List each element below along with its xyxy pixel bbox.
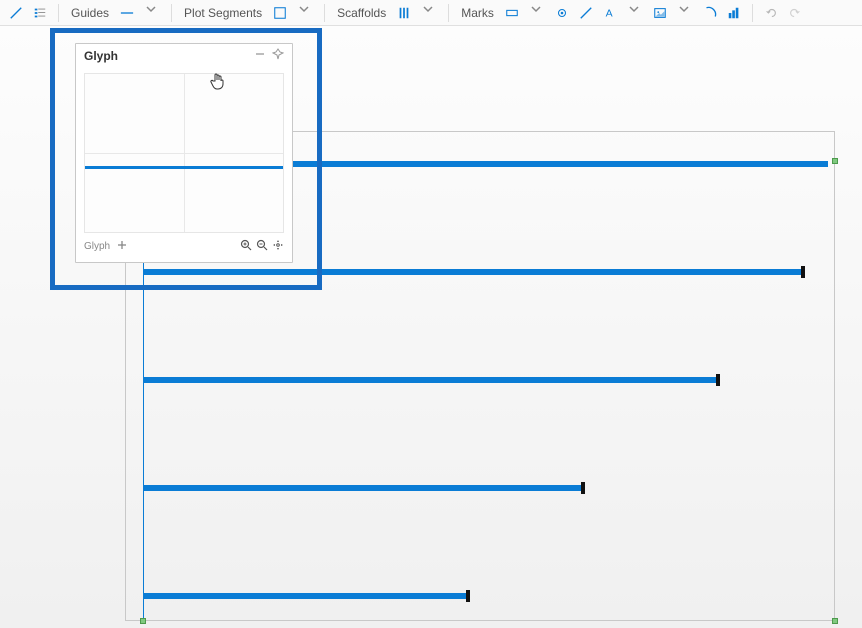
bar-cap bbox=[581, 482, 585, 494]
glyph-line-mark[interactable] bbox=[85, 166, 283, 169]
plot-segments-dropdown[interactable] bbox=[296, 3, 316, 23]
bar-cap bbox=[466, 590, 470, 602]
add-glyph-button[interactable] bbox=[116, 239, 128, 254]
image-mark-icon[interactable] bbox=[650, 3, 670, 23]
plot-handle-tr[interactable] bbox=[832, 158, 838, 164]
separator bbox=[448, 4, 449, 22]
rect-mark-dropdown[interactable] bbox=[528, 3, 548, 23]
separator bbox=[58, 4, 59, 22]
pin-icon[interactable] bbox=[272, 48, 284, 63]
pan-icon[interactable] bbox=[272, 239, 284, 254]
redo-icon[interactable] bbox=[785, 3, 805, 23]
separator bbox=[171, 4, 172, 22]
nested-chart-icon[interactable] bbox=[724, 3, 744, 23]
region-2d-icon[interactable] bbox=[270, 3, 290, 23]
minimize-icon[interactable] bbox=[254, 48, 266, 63]
scaffolds-dropdown[interactable] bbox=[420, 3, 440, 23]
glyph-axis-horizontal bbox=[85, 153, 283, 154]
scaffolds-label: Scaffolds bbox=[333, 6, 390, 20]
zoom-in-icon[interactable] bbox=[240, 239, 252, 254]
bar-cap bbox=[801, 266, 805, 278]
image-mark-dropdown[interactable] bbox=[676, 3, 696, 23]
bar-row-4[interactable] bbox=[143, 485, 583, 491]
plot-segments-label: Plot Segments bbox=[180, 6, 266, 20]
bar-row-3[interactable] bbox=[143, 377, 718, 383]
rect-mark-icon[interactable] bbox=[502, 3, 522, 23]
separator bbox=[324, 4, 325, 22]
plot-handle-br[interactable] bbox=[832, 618, 838, 624]
scaffold-icon[interactable] bbox=[394, 3, 414, 23]
symbol-mark-icon[interactable] bbox=[552, 3, 572, 23]
glyph-panel-footer: Glyph bbox=[76, 233, 292, 258]
text-mark-icon[interactable]: A bbox=[600, 3, 620, 23]
bar-cap bbox=[716, 374, 720, 386]
toolbar: Guides Plot Segments Scaffolds Marks A bbox=[0, 0, 862, 26]
bar-row-2[interactable] bbox=[143, 269, 803, 275]
text-mark-dropdown[interactable] bbox=[626, 3, 646, 23]
bar-row-5[interactable] bbox=[143, 593, 468, 599]
marks-label: Marks bbox=[457, 6, 498, 20]
data-axis-icon[interactable] bbox=[700, 3, 720, 23]
zoom-out-icon[interactable] bbox=[256, 239, 268, 254]
glyph-panel-header[interactable]: Glyph bbox=[76, 44, 292, 67]
guide-line-icon[interactable] bbox=[117, 3, 137, 23]
svg-text:A: A bbox=[606, 7, 613, 19]
glyph-editor-body[interactable] bbox=[84, 73, 284, 233]
undo-icon[interactable] bbox=[761, 3, 781, 23]
glyph-panel-title: Glyph bbox=[84, 49, 118, 63]
glyph-footer-label: Glyph bbox=[84, 241, 110, 252]
glyph-panel[interactable]: Glyph Glyph bbox=[75, 43, 293, 263]
legend-tool-icon[interactable] bbox=[30, 3, 50, 23]
guides-label: Guides bbox=[67, 6, 113, 20]
link-tool-icon[interactable] bbox=[6, 3, 26, 23]
plot-handle-bl[interactable] bbox=[140, 618, 146, 624]
separator bbox=[752, 4, 753, 22]
line-mark-icon[interactable] bbox=[576, 3, 596, 23]
guides-dropdown[interactable] bbox=[143, 3, 163, 23]
